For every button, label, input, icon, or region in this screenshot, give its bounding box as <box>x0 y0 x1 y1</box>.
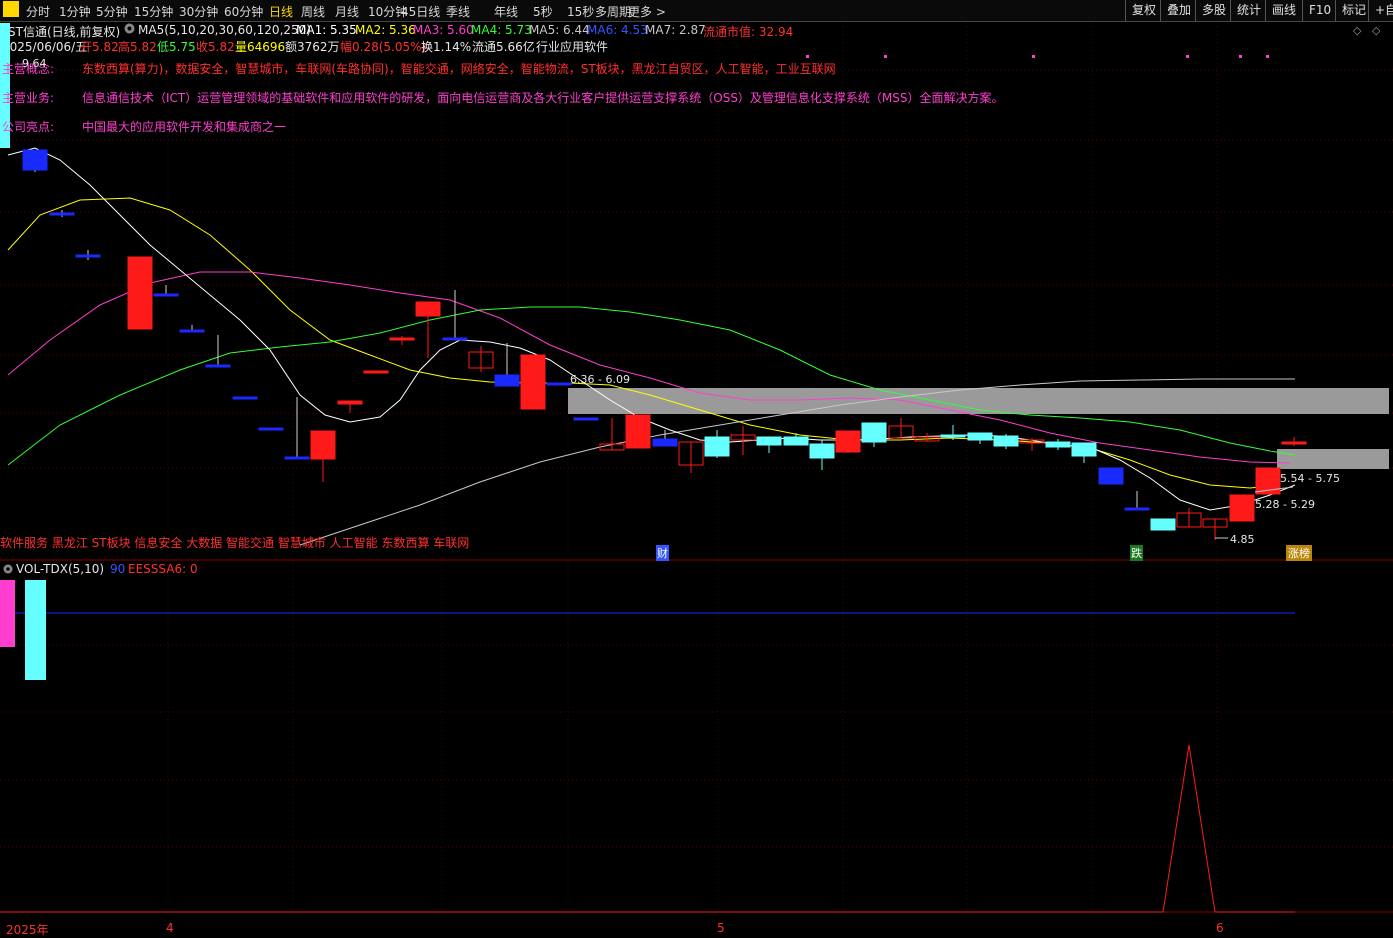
tags-line: 软件服务 黑龙江 ST板块 信息安全 大数据 智能交通 智慧城市 人工智能 东数… <box>0 536 470 550</box>
candle-body-42 <box>1150 518 1176 531</box>
candle-body-11 <box>337 400 363 405</box>
highlight-label: 公司亮点: <box>2 120 55 134</box>
low-price-label: 4.85 <box>1230 533 1255 546</box>
vol-panel-title: VOL-TDX(5,10) <box>16 562 105 576</box>
candle-body-36 <box>993 435 1019 447</box>
high-price-label: 9.64 <box>22 57 47 70</box>
event-zhangbang-badge[interactable]: 涨榜 <box>1286 545 1312 561</box>
candle-body-39 <box>1071 442 1097 457</box>
candle-body-35 <box>967 432 993 441</box>
event-cai-badge[interactable]: 财 <box>656 545 669 561</box>
eesssa-line <box>1162 744 1295 913</box>
candle-body-1 <box>49 212 75 216</box>
highlight-value: 中国最大的应用软件开发和集成商之一 <box>82 120 287 134</box>
concept-value: 东数西算(算力)，数据安全，智慧城市，车联网(车路协同)，智能交通，网络安全，智… <box>82 62 836 76</box>
candle-body-7 <box>232 396 258 400</box>
candle-body-30 <box>835 430 861 453</box>
kline-chart[interactable] <box>0 0 1393 934</box>
time-axis-apr: 4 <box>166 921 174 935</box>
candle-body-12 <box>363 370 389 374</box>
candle-body-45 <box>1229 494 1255 522</box>
candle-body-18 <box>520 354 546 410</box>
vol-indicator: EESSSA6: 0 <box>128 562 198 576</box>
candle-body-19 <box>546 382 572 386</box>
time-axis-may: 5 <box>717 921 725 935</box>
zone-mid-label: 5.54 - 5.75 <box>1280 472 1340 485</box>
candle-body-27 <box>756 436 782 446</box>
candle-body-28 <box>783 436 809 446</box>
candle-body-3 <box>127 256 153 330</box>
event-die-badge[interactable]: 跌 <box>1130 545 1143 561</box>
candle-body-5 <box>179 329 205 333</box>
vol-bar-0 <box>0 580 15 647</box>
candle-body-47 <box>1281 441 1307 445</box>
candle-body-15 <box>442 337 468 341</box>
resistance-zone-mid <box>1277 449 1389 469</box>
candle-body-9 <box>284 456 310 460</box>
candle-body-6 <box>205 364 231 368</box>
candle-body-40 <box>1098 467 1124 485</box>
candle-body-8 <box>258 427 284 431</box>
candle-body-29 <box>809 443 835 459</box>
candle-body-13 <box>389 337 415 341</box>
candle-body-34 <box>940 434 966 438</box>
business-label: 主营业务: <box>2 91 55 105</box>
business-value: 信息通信技术（ICT）运营管理领域的基础软件和应用软件的研发，面向电信运营商及各… <box>82 91 1004 105</box>
candle-body-0 <box>22 149 48 171</box>
zone-upper-label: 6.36 - 6.09 <box>570 373 630 386</box>
candle-body-23 <box>652 438 678 447</box>
candle-body-17 <box>494 374 520 387</box>
vol-value: 90 <box>110 562 126 576</box>
candle-body-22 <box>625 414 651 449</box>
time-axis-jun: 6 <box>1216 921 1224 935</box>
candle-body-41 <box>1124 507 1150 511</box>
candle-body-2 <box>75 254 101 258</box>
time-axis-year: 2025年 <box>6 923 49 937</box>
zone-low-label: 5.28 - 5.29 <box>1255 498 1315 511</box>
vol-settings-icon[interactable] <box>3 563 13 577</box>
ma1-line <box>7 147 1296 511</box>
candle-body-31 <box>861 422 887 443</box>
candle-body-20 <box>573 417 599 421</box>
candle-body-38 <box>1045 441 1071 448</box>
candle-body-25 <box>704 436 730 457</box>
vol-bar-1 <box>25 580 46 680</box>
candle-body-14 <box>415 301 441 317</box>
candle-body-4 <box>153 293 179 297</box>
candle-body-10 <box>310 430 336 460</box>
